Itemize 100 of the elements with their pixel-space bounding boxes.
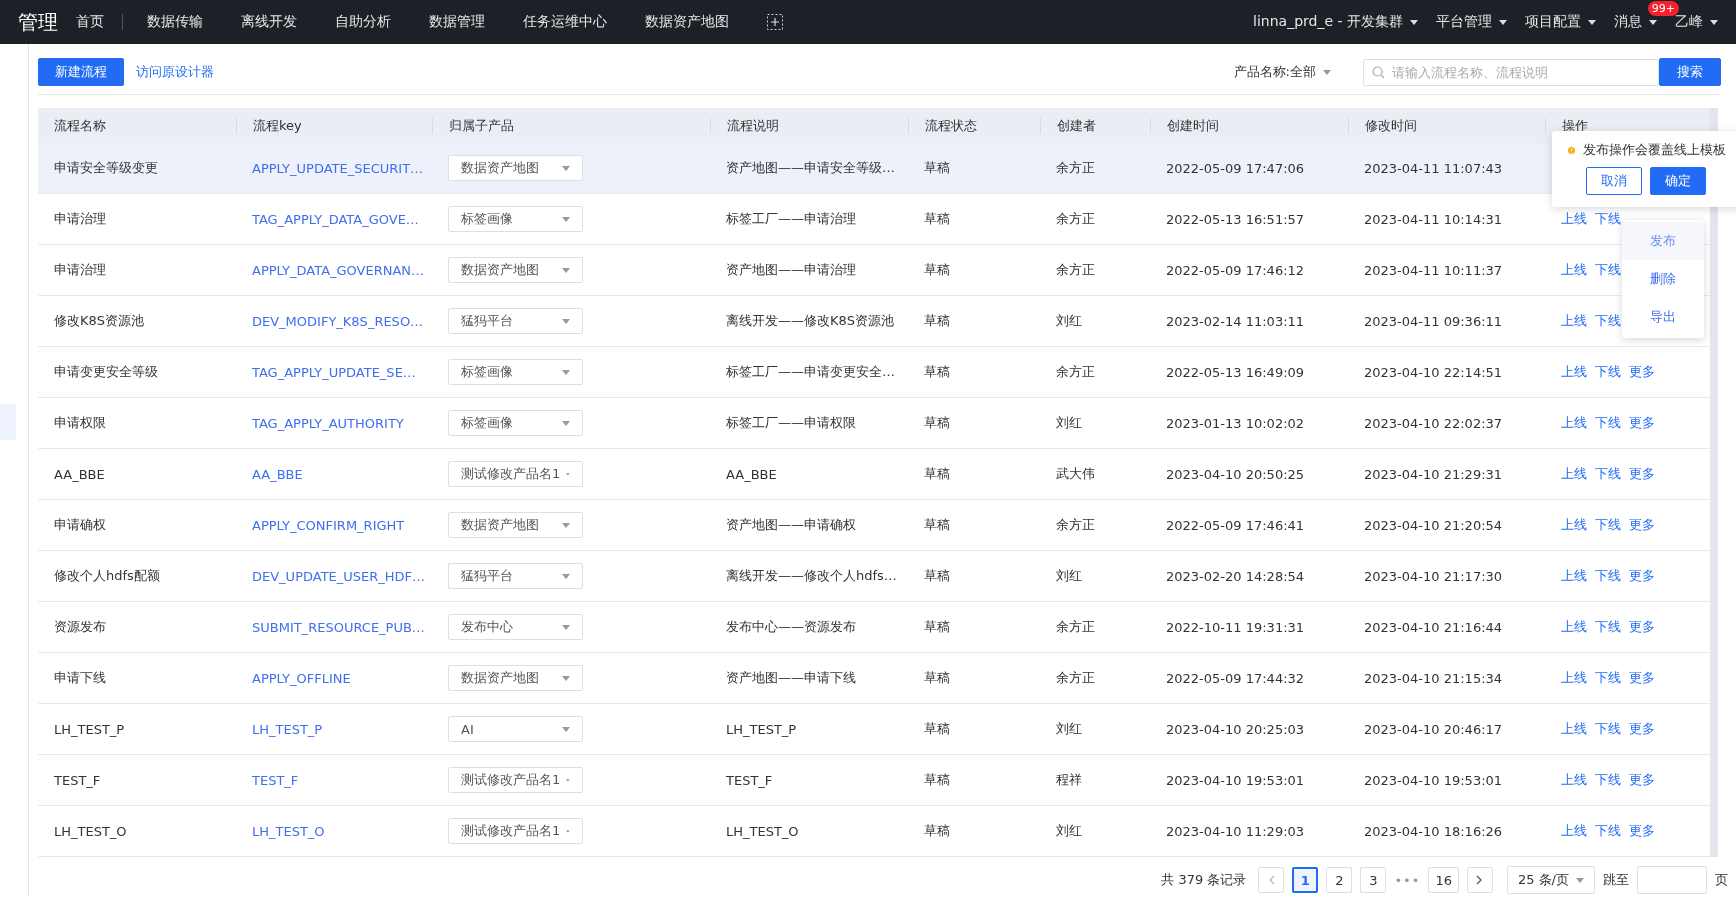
product-select[interactable]: 发布中心 (448, 614, 583, 640)
action-link[interactable]: 下线 (1595, 312, 1621, 330)
product-filter-dropdown[interactable]: 产品名称:全部 (1233, 63, 1331, 81)
product-select[interactable]: 数据资产地图 (448, 155, 583, 181)
menu-dropdown[interactable]: linna_prd_e - 开发集群 (1253, 13, 1418, 31)
search-field[interactable]: 请输入流程名称、流程说明 (1363, 58, 1659, 86)
action-link[interactable]: 更多 (1629, 720, 1655, 738)
designer-link[interactable]: 访问原设计器 (136, 63, 214, 81)
nav-item[interactable]: 任务运维中心 (523, 13, 607, 31)
action-link[interactable]: 上线 (1561, 261, 1587, 279)
page-button[interactable]: 2 (1326, 867, 1353, 893)
table-cell-text: 2023-04-10 22:02:37 (1363, 415, 1504, 431)
flow-key-link[interactable]: TAG_APPLY_AUTHORITY (252, 415, 404, 431)
flow-key-link[interactable]: TAG_APPLY_DATA_GOVE… (252, 211, 419, 227)
action-link[interactable]: 上线 (1561, 720, 1587, 738)
action-link[interactable]: 下线 (1595, 720, 1621, 738)
nav-item[interactable]: 数据管理 (429, 13, 485, 31)
action-link[interactable]: 更多 (1629, 567, 1655, 585)
page-size-select[interactable]: 25 条/页 (1506, 866, 1595, 894)
next-page-button[interactable] (1466, 867, 1493, 893)
product-select[interactable]: 数据资产地图 (448, 257, 583, 283)
action-link[interactable]: 上线 (1561, 465, 1587, 483)
action-link[interactable]: 下线 (1595, 618, 1621, 636)
nav-item[interactable]: 离线开发 (241, 13, 297, 31)
cancel-button[interactable]: 取消 (1586, 167, 1642, 195)
product-select[interactable]: 数据资产地图 (448, 665, 583, 691)
action-link[interactable]: 下线 (1595, 210, 1621, 228)
action-link[interactable]: 下线 (1595, 414, 1621, 432)
action-link[interactable]: 下线 (1595, 567, 1621, 585)
action-link[interactable]: 上线 (1561, 567, 1587, 585)
product-select[interactable]: AI (448, 716, 583, 742)
flow-key-link[interactable]: DEV_MODIFY_K8S_RESO… (252, 313, 424, 329)
nav-item[interactable]: 数据资产地图 (645, 13, 729, 31)
action-link[interactable]: 上线 (1561, 210, 1587, 228)
product-select[interactable]: 测试修改产品名1 (448, 461, 583, 487)
search-button[interactable]: 搜索 (1659, 58, 1721, 86)
page-ellipsis[interactable]: ••• (1394, 872, 1421, 888)
confirm-button[interactable]: 确定 (1650, 167, 1706, 195)
action-link[interactable]: 更多 (1629, 669, 1655, 687)
product-select[interactable]: 标签画像 (448, 206, 583, 232)
flow-key-link[interactable]: APPLY_UPDATE_SECURIT… (252, 160, 424, 176)
action-link[interactable]: 上线 (1561, 822, 1587, 840)
flow-key-link[interactable]: APPLY_CONFIRM_RIGHT (252, 517, 405, 533)
menu-item[interactable]: 导出 (1622, 298, 1704, 336)
menu-item[interactable]: 发布 (1622, 222, 1704, 260)
flow-key-link[interactable]: AA_BBE (252, 466, 303, 482)
flow-key-link[interactable]: APPLY_OFFLINE (252, 670, 351, 686)
table-cell-text: 余方正 (1055, 363, 1096, 381)
flow-key-link[interactable]: APPLY_DATA_GOVERNAN… (252, 262, 425, 278)
caret-icon (562, 216, 570, 222)
flow-key-link[interactable]: TEST_F (252, 772, 299, 788)
product-select[interactable]: 猛犸平台 (448, 563, 583, 589)
action-link[interactable]: 下线 (1595, 822, 1621, 840)
flow-key-link[interactable]: TAG_APPLY_UPDATE_SE… (252, 364, 416, 380)
page-button[interactable]: 1 (1292, 867, 1319, 893)
flow-key-link[interactable]: SUBMIT_RESOURCE_PUB… (252, 619, 425, 635)
product-select[interactable]: 数据资产地图 (448, 512, 583, 538)
action-link[interactable]: 更多 (1629, 465, 1655, 483)
product-select[interactable]: 测试修改产品名1 (448, 767, 583, 793)
flow-key-link[interactable]: DEV_UPDATE_USER_HDF… (252, 568, 426, 584)
action-link[interactable]: 上线 (1561, 414, 1587, 432)
product-select[interactable]: 标签画像 (448, 410, 583, 436)
flow-key-link[interactable]: LH_TEST_P (252, 721, 323, 737)
action-link[interactable]: 更多 (1629, 414, 1655, 432)
action-link[interactable]: 下线 (1595, 771, 1621, 789)
add-icon[interactable] (767, 14, 783, 30)
action-link[interactable]: 更多 (1629, 822, 1655, 840)
action-link[interactable]: 上线 (1561, 618, 1587, 636)
action-link[interactable]: 下线 (1595, 363, 1621, 381)
new-flow-button[interactable]: 新建流程 (38, 58, 124, 86)
action-link[interactable]: 下线 (1595, 516, 1621, 534)
menu-dropdown[interactable]: 乙峰 (1675, 13, 1718, 31)
action-link[interactable]: 上线 (1561, 669, 1587, 687)
nav-item[interactable]: 自助分析 (335, 13, 391, 31)
product-select[interactable]: 测试修改产品名1 (448, 818, 583, 844)
action-link[interactable]: 更多 (1629, 771, 1655, 789)
action-link[interactable]: 更多 (1629, 363, 1655, 381)
jump-page-field[interactable] (1637, 866, 1707, 894)
nav-item[interactable]: 数据传输 (147, 13, 203, 31)
menu-item[interactable]: 删除 (1622, 260, 1704, 298)
page-button[interactable]: 3 (1360, 867, 1387, 893)
page-button[interactable]: 16 (1428, 867, 1459, 893)
action-link[interactable]: 上线 (1561, 771, 1587, 789)
product-select[interactable]: 标签画像 (448, 359, 583, 385)
previous-page-button[interactable] (1258, 867, 1285, 893)
action-link[interactable]: 上线 (1561, 363, 1587, 381)
action-link[interactable]: 下线 (1595, 465, 1621, 483)
menu-dropdown[interactable]: 平台管理 (1436, 13, 1507, 31)
action-link[interactable]: 更多 (1629, 516, 1655, 534)
action-link[interactable]: 上线 (1561, 516, 1587, 534)
action-link[interactable]: 上线 (1561, 312, 1587, 330)
total-records: 共 379 条记录 (1161, 871, 1247, 889)
product-select[interactable]: 猛犸平台 (448, 308, 583, 334)
nav-item[interactable]: 首页 (76, 13, 104, 31)
menu-dropdown[interactable]: 项目配置 (1525, 13, 1596, 31)
action-link[interactable]: 更多 (1629, 618, 1655, 636)
menu-dropdown[interactable]: 消息 (1614, 13, 1657, 31)
flow-key-link[interactable]: LH_TEST_O (252, 823, 325, 839)
action-link[interactable]: 下线 (1595, 261, 1621, 279)
action-link[interactable]: 下线 (1595, 669, 1621, 687)
